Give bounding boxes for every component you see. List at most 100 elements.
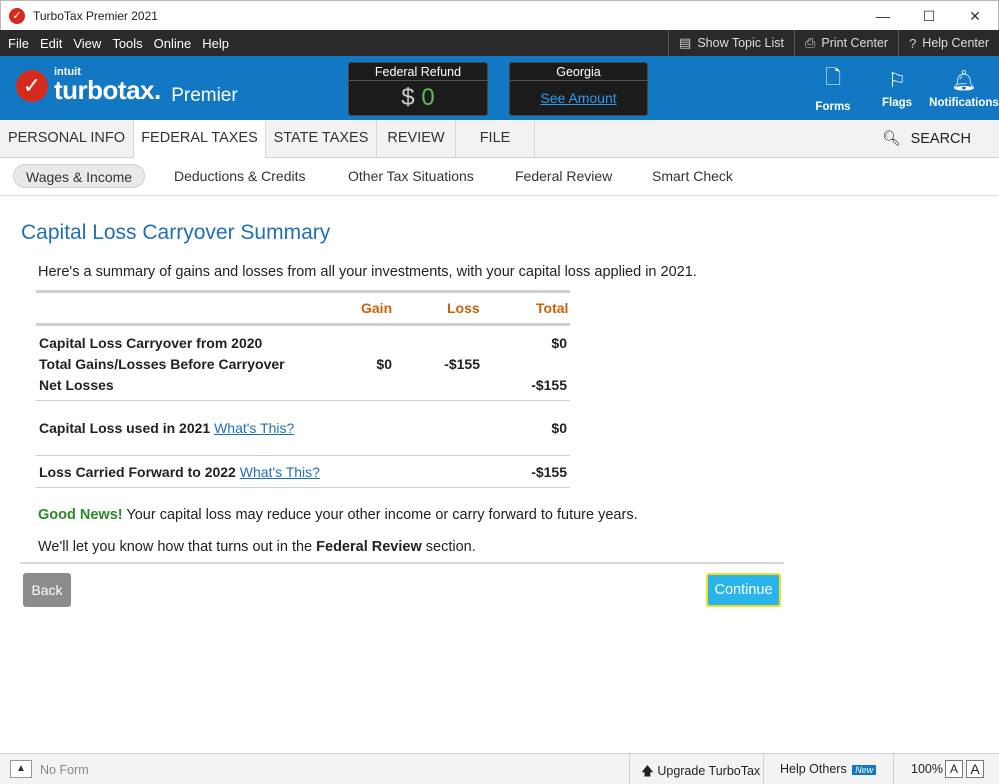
cell-carryover-total: $0 [551,335,567,351]
menu-view[interactable]: View [73,36,101,51]
whats-this-link-used[interactable]: What's This? [214,420,294,436]
row-label-loss-carried-forward: Loss Carried Forward to 2022 [39,464,236,480]
app-check-icon: ✓ [9,7,25,24]
minimize-icon[interactable]: — [860,1,906,31]
review-note-bold: Federal Review [316,539,422,555]
font-size-large-button[interactable]: A [966,760,984,778]
subtab-smart-check[interactable]: Smart Check [652,164,733,188]
table-rule [36,455,570,456]
tab-personal-info[interactable]: PERSONAL INFO [0,120,134,158]
forms-label: Forms [815,101,851,113]
forms-button[interactable]: 🗋 Forms [801,56,865,120]
help-center-label: Help Center [922,36,989,50]
tab-federal-taxes[interactable]: FEDERAL TAXES [134,120,266,158]
close-icon[interactable]: ✕ [952,1,998,31]
search-button[interactable]: 🔍︎ SEARCH [882,120,971,158]
turbotax-check-icon: ✓ [16,70,48,102]
review-note: We'll let you know how that turns out in… [38,539,476,555]
row-label-capital-loss-used: Capital Loss used in 2021 [39,420,211,436]
search-label: SEARCH [910,131,971,147]
good-news-message: Good News! Your capital loss may reduce … [38,507,638,523]
print-center-label: Print Center [821,36,889,50]
cell-capital-loss-used-total: $0 [551,420,567,436]
cell-gains-losses-gain: $0 [376,356,392,372]
cell-net-losses-total: -$155 [531,377,567,393]
printer-icon: ⎙ [804,35,816,50]
cell-gains-losses-loss: -$155 [444,356,480,372]
good-news-text: Your capital loss may reduce your other … [126,507,638,523]
no-form-label: No Form [40,763,89,777]
cell-loss-carried-forward-total: -$155 [531,464,567,480]
bell-icon: 🔔︎ [951,69,977,92]
flags-button[interactable]: ⚐ Flags [865,56,929,120]
help-others-label: Help Others [780,762,847,776]
sub-tab-bar: Wages & Income Deductions & Credits Othe… [0,158,999,196]
table-rule [36,400,570,401]
document-icon: 🗋 [824,67,842,89]
show-topic-list-label: Show Topic List [697,36,784,50]
window-title: TurboTax Premier 2021 [33,8,158,23]
col-header-gain: Gain [361,300,393,316]
show-topic-list-button[interactable]: ▤ Show Topic List [668,30,794,56]
refund-currency: $ [401,84,415,111]
notifications-label: Notifications [929,96,999,109]
state-refund-label: Georgia [510,63,647,81]
font-size-small-button[interactable]: A [945,760,963,778]
help-icon: ? [909,35,917,51]
row-loss-carried-forward: Loss Carried Forward to 2022 What's This… [39,464,320,480]
subtab-wages-income[interactable]: Wages & Income [13,164,146,188]
notifications-button[interactable]: 🔔︎ Notifications [929,56,999,120]
expand-up-icon[interactable]: ▲ [10,760,32,778]
content-footer-rule [20,562,784,564]
turbotax-wordmark: turbotax. [54,74,161,105]
maximize-icon[interactable]: ☐ [906,1,952,31]
help-center-button[interactable]: ? Help Center [898,30,999,56]
menu-file[interactable]: File [8,36,29,51]
whats-this-link-carried[interactable]: What's This? [240,464,320,480]
continue-button[interactable]: Continue [706,573,781,607]
row-label-gains-losses: Total Gains/Losses Before Carryover [39,356,285,372]
menu-help[interactable]: Help [202,36,229,51]
status-bar: ▲ No Form 🡅 Upgrade TurboTax Help Others… [0,753,999,784]
turbotax-logo: ✓ intuit turbotax. Premier [16,66,238,106]
new-badge: New [852,765,877,775]
tab-file[interactable]: FILE [456,120,535,158]
review-note-prefix: We'll let you know how that turns out in… [38,539,313,555]
see-amount-link[interactable]: See Amount [510,81,647,115]
window-title-bar: ✓ TurboTax Premier 2021 — ☐ ✕ [0,0,999,30]
subtab-deductions-credits[interactable]: Deductions & Credits [174,164,306,188]
print-center-button[interactable]: ⎙ Print Center [793,30,898,56]
search-icon: 🔍︎ [882,131,901,147]
upgrade-label: Upgrade TurboTax [657,764,761,778]
help-others-button[interactable]: Help Others New [780,762,877,776]
row-label-net-losses: Net Losses [39,377,114,393]
good-news-label: Good News! [38,507,123,523]
menu-edit[interactable]: Edit [40,36,62,51]
upgrade-turbotax-button[interactable]: 🡅 Upgrade TurboTax [641,762,760,783]
menu-bar: File Edit View Tools Online Help ▤ Show … [0,30,999,56]
subtab-federal-review[interactable]: Federal Review [515,164,612,188]
row-label-carryover-2020: Capital Loss Carryover from 2020 [39,335,263,351]
status-divider [629,754,630,784]
flag-icon: ⚐ [888,69,906,92]
federal-refund-label: Federal Refund [349,63,487,81]
row-capital-loss-used: Capital Loss used in 2021 What's This? [39,420,294,436]
header-icon-group: 🗋 Forms ⚐ Flags 🔔︎ Notifications [801,56,999,120]
col-header-total: Total [536,300,569,316]
status-divider [893,754,894,784]
zoom-level: 100% [911,762,943,776]
edition-label: Premier [171,84,238,106]
tab-state-taxes[interactable]: STATE TAXES [266,120,377,158]
back-button[interactable]: Back [23,573,71,607]
main-tab-bar: PERSONAL INFO FEDERAL TAXES STATE TAXES … [0,120,999,158]
table-top-rule [36,290,570,293]
menu-online[interactable]: Online [154,36,192,51]
subtab-other-tax-situations[interactable]: Other Tax Situations [348,164,474,188]
state-refund-box: Georgia See Amount [509,62,648,116]
col-header-loss: Loss [447,300,480,316]
federal-refund-box: Federal Refund $ 0 [348,62,488,116]
tab-review[interactable]: REVIEW [377,120,456,158]
table-bottom-rule [36,487,570,488]
menu-tools[interactable]: Tools [112,36,142,51]
refund-value: 0 [421,84,435,111]
